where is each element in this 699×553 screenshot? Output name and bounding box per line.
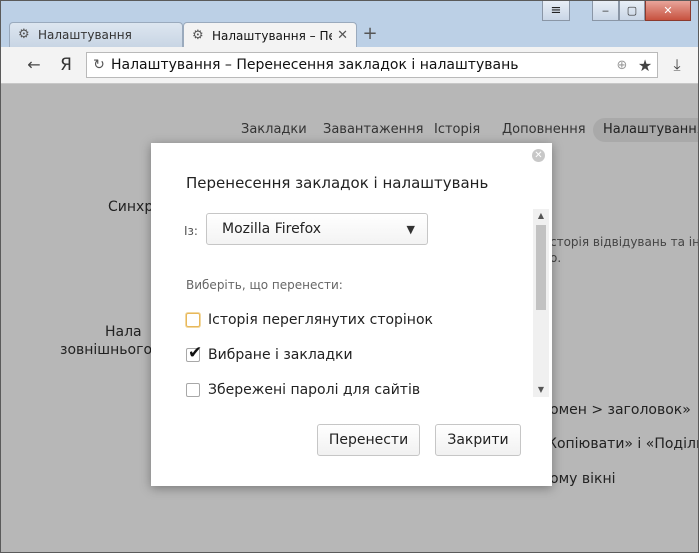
gear-icon: ⚙ bbox=[192, 27, 204, 43]
gear-icon: ⚙ bbox=[18, 27, 30, 42]
option-label: Вибране і закладки bbox=[208, 347, 353, 363]
appearance-heading-2: зовнішнього bbox=[60, 342, 153, 358]
tab-close-icon[interactable]: ✕ bbox=[337, 28, 348, 43]
browser-menu-button[interactable]: ≡ bbox=[542, 1, 570, 21]
chevron-down-icon: ▼ bbox=[406, 222, 415, 236]
dialog-title: Перенесення закладок і налаштувань bbox=[186, 174, 489, 192]
check-icon: ✔ bbox=[188, 343, 203, 363]
reload-icon[interactable]: ↻ bbox=[87, 57, 111, 73]
tab-strip: ⚙ Налаштування ⚙ Налаштування – Перенесе… bbox=[1, 21, 698, 48]
nav-downloads[interactable]: Завантаження bbox=[323, 118, 424, 142]
browser-window: ≡ ‒ ▢ ✕ ⚙ Налаштування ⚙ Налаштування – … bbox=[0, 0, 699, 553]
downloads-icon[interactable]: ⤓ bbox=[666, 55, 688, 75]
option-history[interactable]: Історія переглянутих сторінок bbox=[186, 310, 433, 330]
choose-items-label: Виберіть, що перенести: bbox=[186, 278, 343, 292]
tab-settings[interactable]: ⚙ Налаштування bbox=[9, 22, 183, 47]
tab-label: Налаштування bbox=[38, 28, 132, 42]
scroll-up-icon[interactable]: ▲ bbox=[533, 209, 549, 223]
dialog-close-icon[interactable]: ✕ bbox=[532, 149, 545, 162]
close-icon: ✕ bbox=[663, 4, 673, 17]
transfer-button[interactable]: Перенести bbox=[317, 424, 420, 456]
tab-label: Налаштування – Перенесення bbox=[212, 28, 332, 43]
dialog-scroll-area: Із: Mozilla Firefox ▼ Виберіть, що перен… bbox=[151, 207, 551, 397]
option-label: Історія переглянутих сторінок bbox=[208, 312, 433, 328]
yandex-logo[interactable]: Я bbox=[55, 55, 77, 75]
option-label: Збережені паролі для сайтів bbox=[208, 382, 421, 397]
option-bookmarks[interactable]: ✔ Вибране і закладки bbox=[186, 343, 353, 365]
address-bar[interactable]: ↻ Налаштування – Перенесення закладок і … bbox=[86, 52, 658, 78]
nav-settings[interactable]: Налаштування bbox=[593, 118, 698, 142]
settings-nav: Закладки Завантаження Історія Доповнення… bbox=[1, 118, 698, 142]
toolbar: ← Я ↻ Налаштування – Перенесення закладо… bbox=[1, 47, 698, 84]
domain-option-text: омен > заголовок» bbox=[550, 402, 691, 418]
nav-history[interactable]: Історія bbox=[434, 118, 480, 142]
nav-extensions[interactable]: Доповнення bbox=[502, 118, 586, 142]
scroll-down-icon[interactable]: ▼ bbox=[533, 383, 549, 397]
option-passwords[interactable]: Збережені паролі для сайтів bbox=[186, 380, 420, 397]
minimize-icon: ‒ bbox=[602, 4, 609, 17]
new-tab-button[interactable]: + bbox=[359, 24, 381, 44]
copy-option-text: Копіювати» і «Поділи bbox=[547, 436, 698, 452]
globe-icon[interactable]: ⊕ bbox=[611, 58, 633, 73]
bookmarks-checkbox[interactable]: ✔ bbox=[186, 343, 202, 363]
maximize-icon: ▢ bbox=[626, 4, 638, 17]
maximize-button[interactable]: ▢ bbox=[619, 1, 645, 21]
window-option-text: ому вікні bbox=[550, 471, 616, 487]
minimize-button[interactable]: ‒ bbox=[592, 1, 619, 21]
scrollbar-thumb[interactable] bbox=[536, 225, 546, 310]
bookmark-star-icon[interactable]: ★ bbox=[633, 56, 657, 75]
passwords-checkbox[interactable] bbox=[186, 383, 200, 397]
import-dialog: ✕ Перенесення закладок і налаштувань Із:… bbox=[151, 143, 552, 486]
nav-bookmarks[interactable]: Закладки bbox=[241, 118, 307, 142]
window-close-button[interactable]: ✕ bbox=[645, 1, 691, 21]
history-description: сторія відвідувань та інш bbox=[550, 235, 698, 249]
window-controls: ‒ ▢ ✕ bbox=[592, 1, 691, 21]
appearance-heading: Нала bbox=[105, 324, 142, 340]
source-label: Із: bbox=[184, 224, 198, 238]
menu-icon: ≡ bbox=[550, 3, 562, 18]
address-text[interactable]: Налаштування – Перенесення закладок і на… bbox=[111, 57, 611, 73]
close-dialog-button[interactable]: Закрити bbox=[435, 424, 521, 456]
tab-import-settings[interactable]: ⚙ Налаштування – Перенесення ✕ bbox=[183, 22, 357, 48]
source-browser-value: Mozilla Firefox bbox=[222, 221, 322, 237]
history-checkbox[interactable] bbox=[186, 313, 200, 327]
dialog-scrollbar[interactable]: ▲ ▼ bbox=[533, 209, 549, 397]
back-button[interactable]: ← bbox=[23, 55, 45, 75]
source-browser-select[interactable]: Mozilla Firefox ▼ bbox=[206, 213, 428, 245]
